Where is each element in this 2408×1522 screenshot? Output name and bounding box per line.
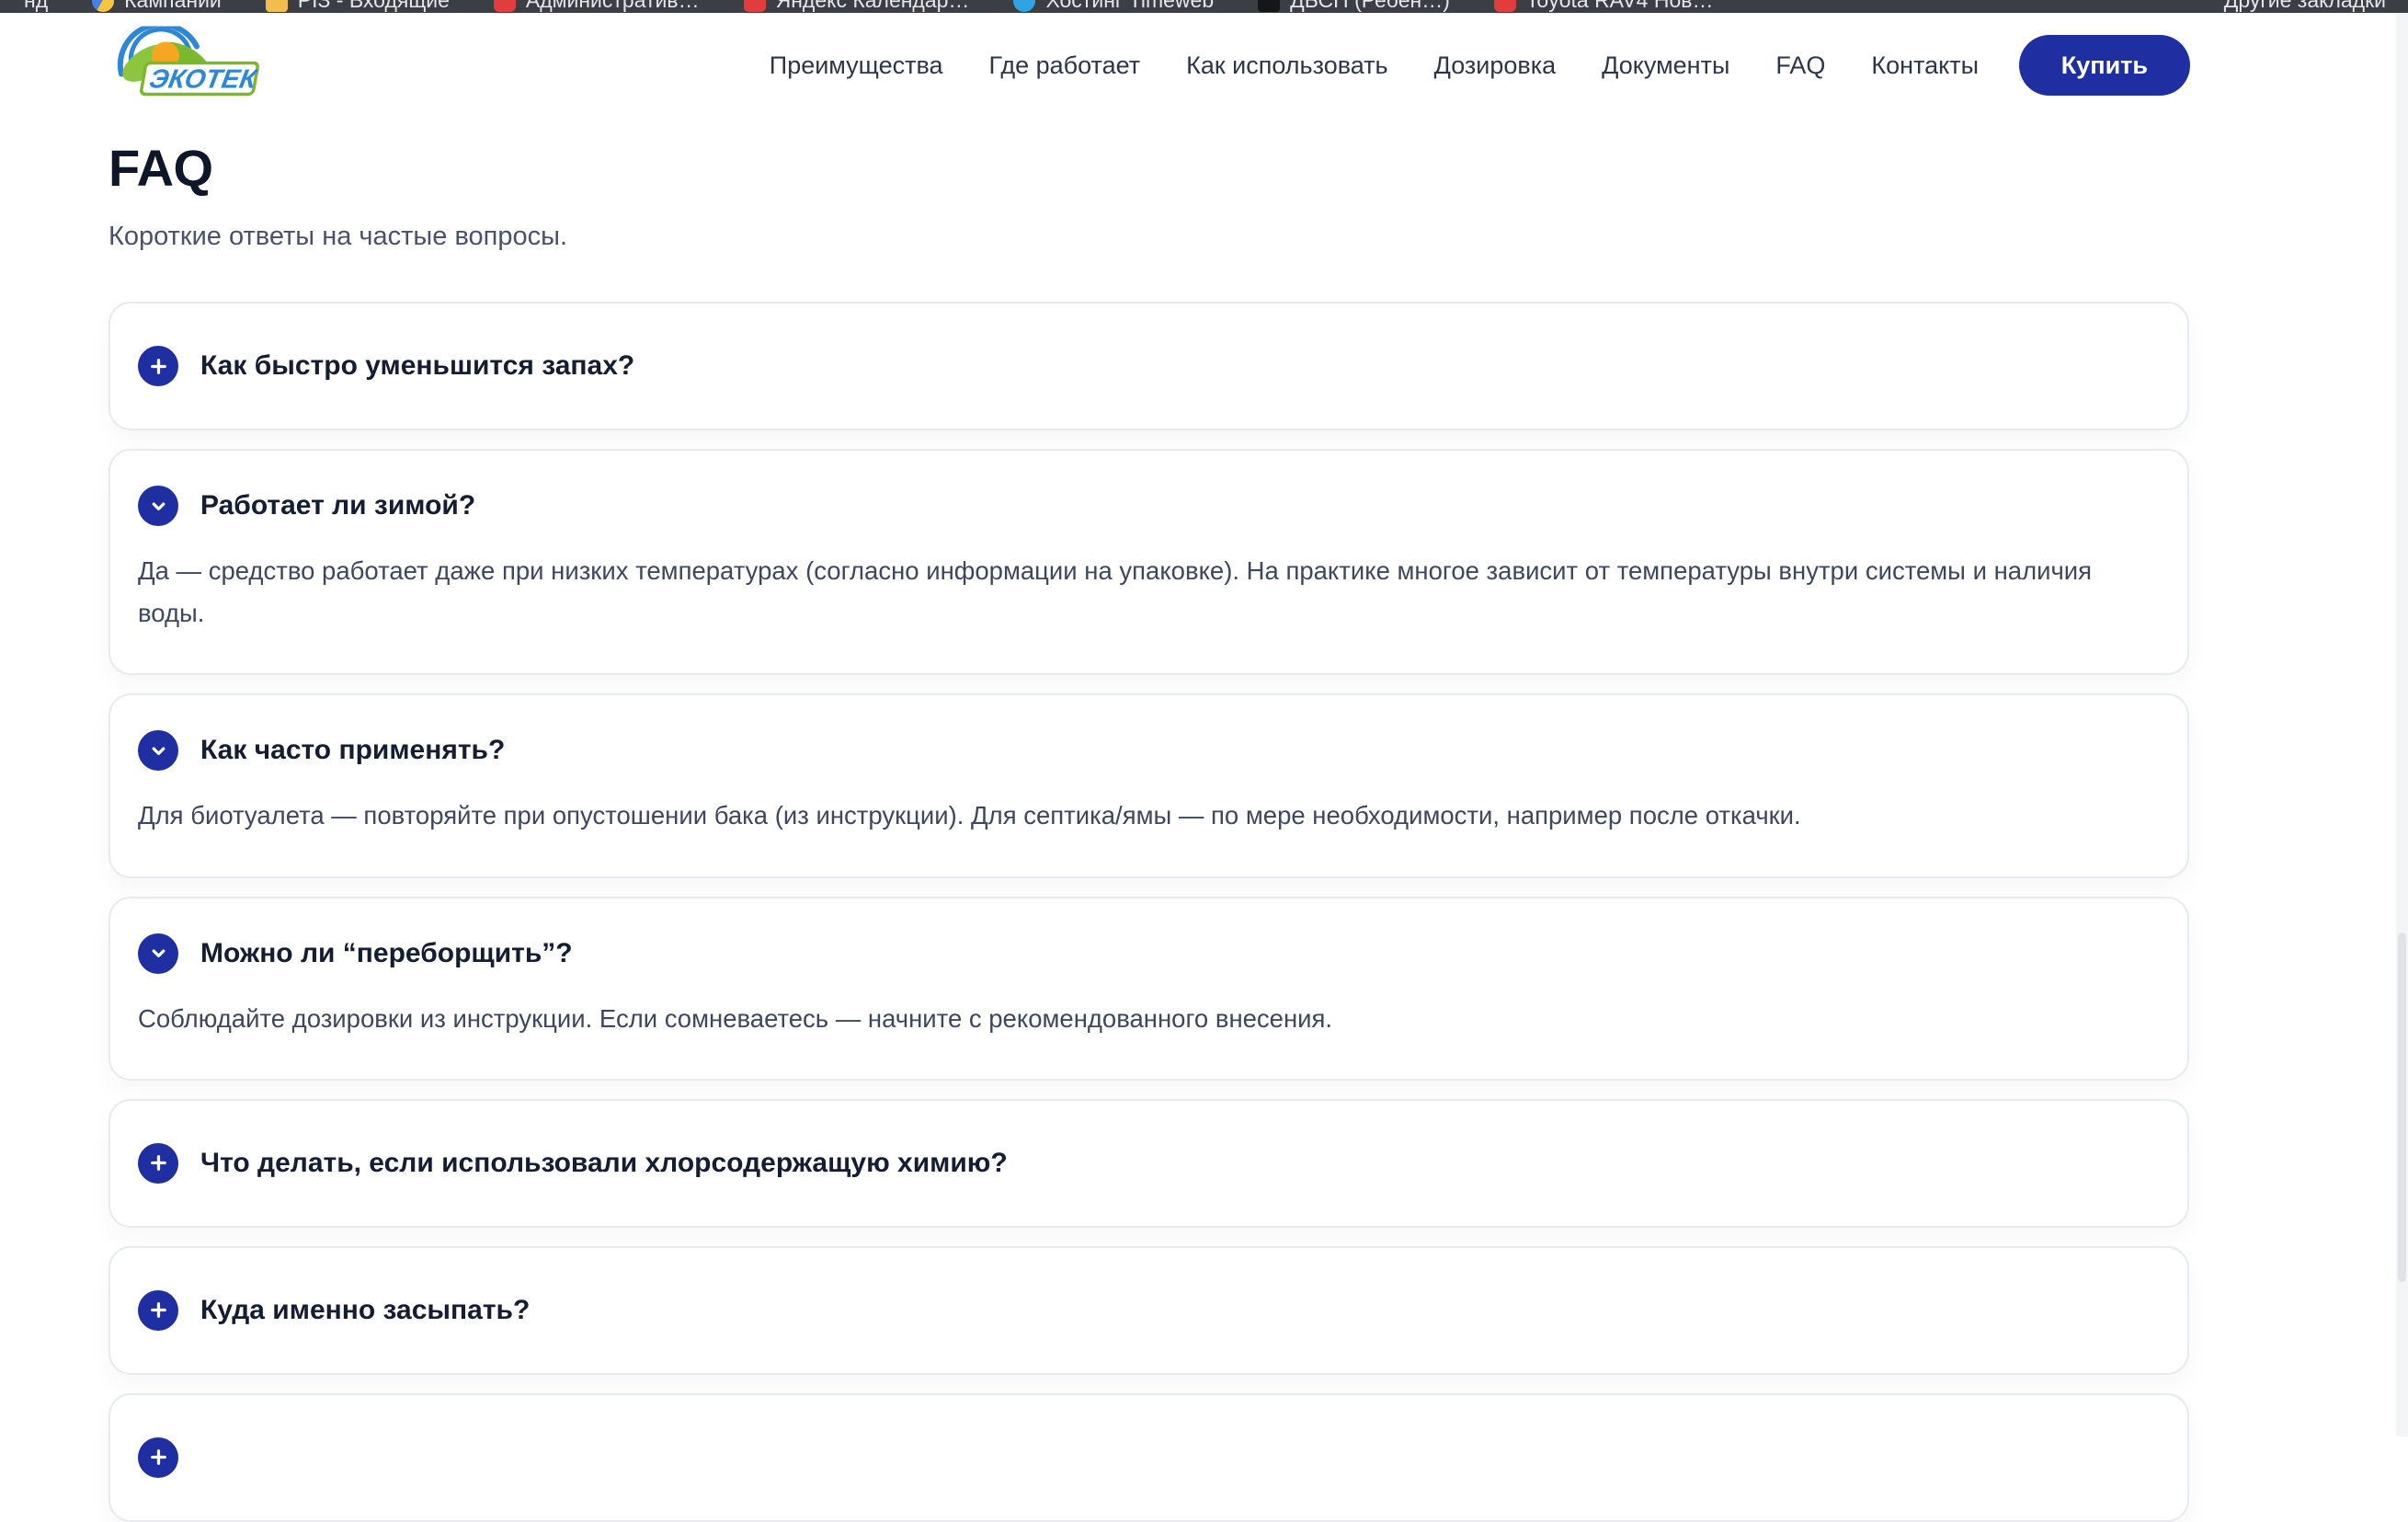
faq-question: Можно ли “переборщить”? <box>200 938 573 969</box>
bookmark-item[interactable]: нд <box>24 0 48 13</box>
bookmark-label: ДБСП (Ребён…) <box>1290 0 1450 13</box>
page: { "colors": { "accent": "#1f2fa2", "book… <box>0 0 2408 1436</box>
faq-question-row[interactable]: Как быстро уменьшится запах? <box>138 346 2145 386</box>
plus-icon <box>148 1299 169 1321</box>
main-content: FAQ Короткие ответы на частые вопросы. К… <box>108 118 2189 1522</box>
chevron-down-icon <box>148 496 169 517</box>
nav-link-1[interactable]: Преимущества <box>770 51 943 80</box>
plus-icon <box>148 356 169 377</box>
expand-icon-circle <box>138 1290 178 1331</box>
bookmark-label: Toyota RAV4 Нов… <box>1526 0 1714 13</box>
folder-icon <box>266 0 288 12</box>
bookmark-item[interactable]: РІЗ - Входящие <box>266 0 450 13</box>
plus-icon <box>148 1447 169 1468</box>
red-icon <box>494 0 516 12</box>
scrollbar[interactable] <box>2396 13 2408 1436</box>
bookmark-label: РІЗ - Входящие <box>298 0 450 13</box>
red-icon <box>1494 0 1516 12</box>
black-icon <box>1258 0 1280 12</box>
blue-icon <box>1013 0 1035 12</box>
faq-card <box>108 1393 2189 1522</box>
faq-question: Что делать, если использовали хлорсодерж… <box>200 1148 1008 1179</box>
page-title: FAQ <box>108 138 2189 198</box>
faq-question-row[interactable]: Куда именно засыпать? <box>138 1290 2145 1331</box>
collapse-icon-circle <box>138 486 178 526</box>
logo[interactable]: ЭКОТЕК <box>108 27 265 105</box>
faq-question-row[interactable] <box>138 1437 2145 1478</box>
faq-answer: Да — средство работает даже при низких т… <box>138 550 2145 635</box>
bookmark-label: Административ… <box>526 0 700 13</box>
faq-question: Куда именно засыпать? <box>200 1295 530 1326</box>
scrollbar-thumb[interactable] <box>2398 933 2406 1282</box>
logo-graphic: ЭКОТЕК <box>108 27 265 100</box>
bookmark-item[interactable]: Хостинг Timeweb <box>1013 0 1214 13</box>
other-bookmarks-label: Другие закладки <box>2224 0 2386 13</box>
nav-link-5[interactable]: Документы <box>1602 51 1729 80</box>
faq-card: Куда именно засыпать? <box>108 1246 2189 1375</box>
faq-question-row[interactable]: Можно ли “переборщить”? <box>138 933 2145 974</box>
faq-question: Как часто применять? <box>200 735 505 766</box>
logo-text: ЭКОТЕК <box>147 65 260 95</box>
main-nav: Преимущества Где работает Как использовать… <box>770 13 1979 118</box>
bookmark-label: нд <box>24 0 48 13</box>
faq-card: Как часто применять? Для биотуалета — пов… <box>108 693 2189 877</box>
calendar-icon <box>744 0 766 12</box>
faq-list: Как быстро уменьшится запах? Работает ли … <box>108 302 2189 1522</box>
faq-card: Можно ли “переборщить”? Соблюдайте дозиро… <box>108 897 2189 1081</box>
bookmark-label: Яндекс Календар… <box>776 0 970 13</box>
bookmark-item[interactable]: Административ… <box>494 0 700 13</box>
chevron-down-icon <box>148 943 169 964</box>
expand-icon-circle <box>138 1143 178 1184</box>
faq-question: Работает ли зимой? <box>200 490 475 521</box>
bookmark-label: Кампании <box>124 0 222 13</box>
nav-link-6[interactable]: FAQ <box>1775 51 1825 80</box>
ball-icon <box>92 0 114 12</box>
bookmark-item[interactable]: Toyota RAV4 Нов… <box>1494 0 1714 13</box>
plus-icon <box>148 1152 169 1173</box>
buy-button[interactable]: Купить <box>2019 35 2190 96</box>
expand-icon-circle <box>138 1437 178 1478</box>
bookmarks-list: нд Кампании РІЗ - Входящие Административ… Ян… <box>0 0 1713 13</box>
collapse-icon-circle <box>138 730 178 771</box>
faq-question-row[interactable]: Что делать, если использовали хлорсодерж… <box>138 1143 2145 1184</box>
bookmarks-bar: нд Кампании РІЗ - Входящие Административ… Ян… <box>0 0 2408 13</box>
faq-question-row[interactable]: Как часто применять? <box>138 730 2145 771</box>
faq-answer: Соблюдайте дозировки из инструкции. Если… <box>138 998 2145 1040</box>
expand-icon-circle <box>138 346 178 386</box>
bookmark-item[interactable]: Кампании <box>92 0 222 13</box>
bookmark-label: Хостинг Timeweb <box>1045 0 1214 13</box>
nav-link-7[interactable]: Контакты <box>1871 51 1979 80</box>
nav-link-3[interactable]: Как использовать <box>1186 51 1388 80</box>
faq-question: Как быстро уменьшится запах? <box>200 350 634 382</box>
collapse-icon-circle <box>138 933 178 974</box>
faq-card: Что делать, если использовали хлорсодерж… <box>108 1099 2189 1228</box>
site-header: ЭКОТЕК Преимущества Где работает Как испол… <box>0 13 2408 118</box>
other-bookmarks[interactable]: Другие закладки <box>2224 0 2386 13</box>
faq-card: Как быстро уменьшится запах? <box>108 302 2189 430</box>
faq-card: Работает ли зимой? Да — средство работает… <box>108 449 2189 675</box>
page-subtitle: Короткие ответы на частые вопросы. <box>108 222 2189 252</box>
faq-question-row[interactable]: Работает ли зимой? <box>138 486 2145 526</box>
nav-link-2[interactable]: Где работает <box>989 51 1141 80</box>
bookmark-item[interactable]: ДБСП (Ребён…) <box>1258 0 1450 13</box>
bookmark-item[interactable]: Яндекс Календар… <box>744 0 970 13</box>
header-inner: ЭКОТЕК Преимущества Где работает Как испол… <box>108 13 2190 118</box>
chevron-down-icon <box>148 740 169 761</box>
nav-link-4[interactable]: Дозировка <box>1434 51 1557 80</box>
faq-answer: Для биотуалета — повторяйте при опустоше… <box>138 795 2145 837</box>
